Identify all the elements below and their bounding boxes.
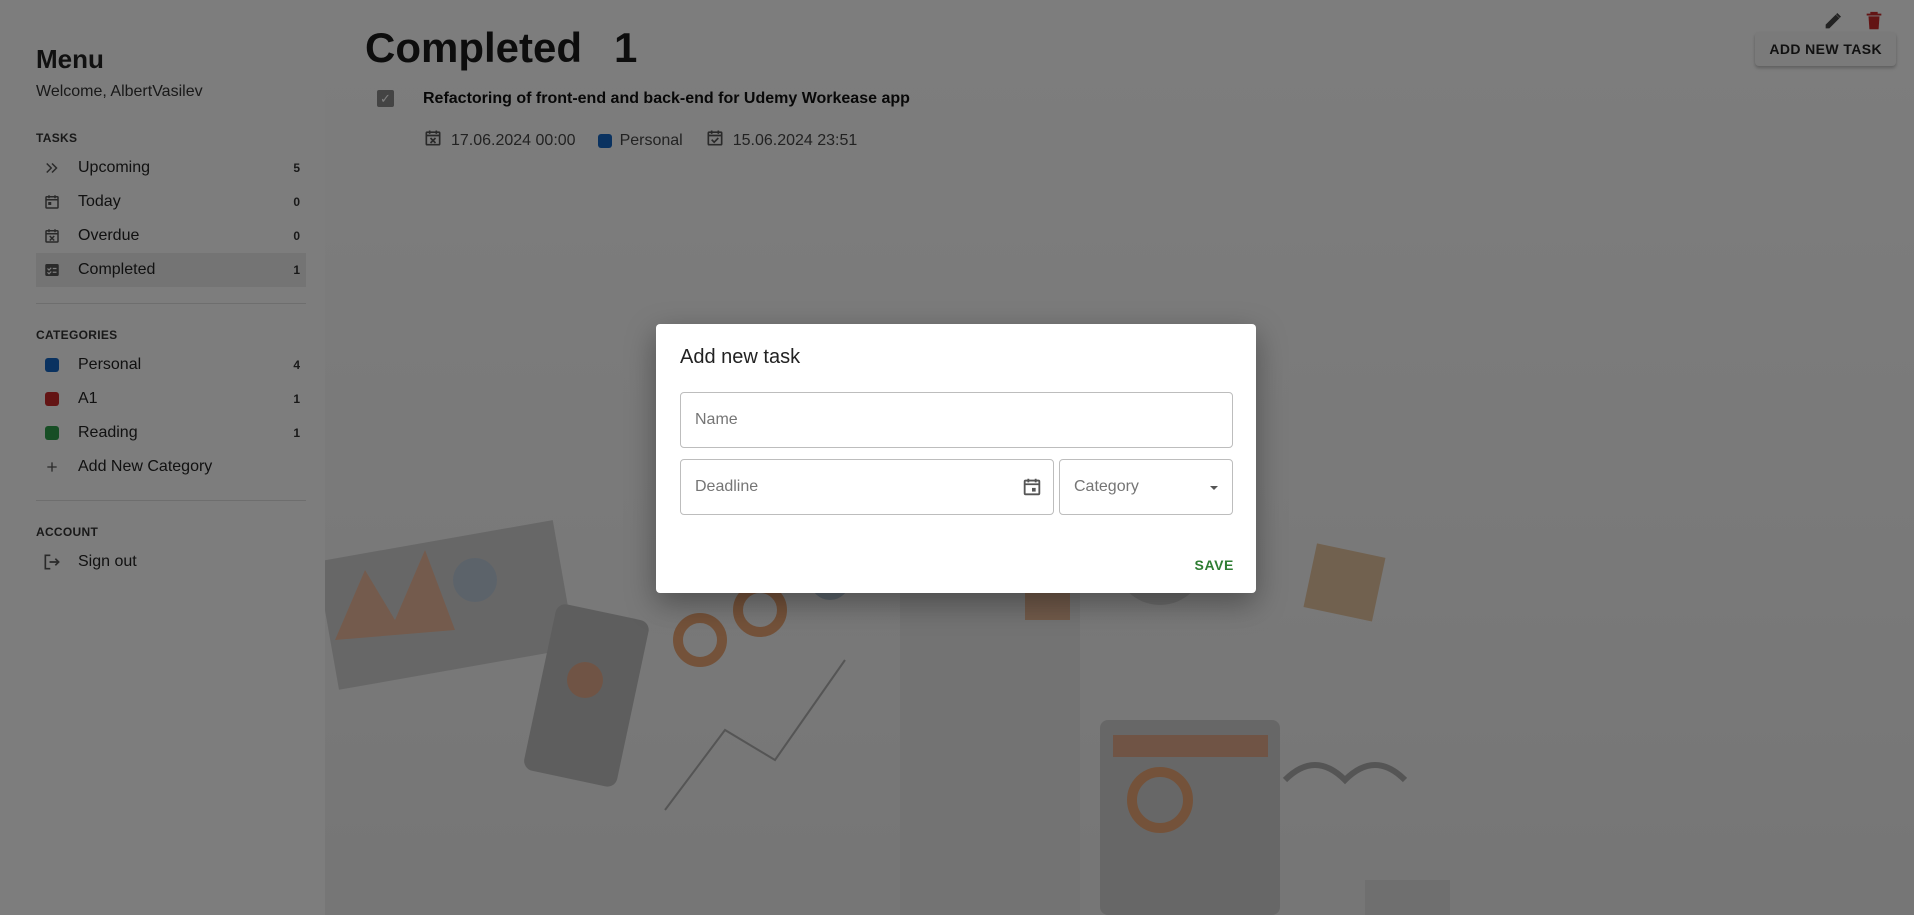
calendar-icon[interactable] (1021, 476, 1043, 503)
deadline-field (680, 459, 1054, 515)
deadline-input[interactable] (681, 460, 1053, 514)
category-select[interactable] (1059, 459, 1233, 515)
add-task-dialog: Add new task SAVE (656, 324, 1256, 593)
dialog-title: Add new task (680, 346, 801, 368)
name-input[interactable] (681, 393, 1232, 447)
name-field (680, 392, 1233, 448)
chevron-down-icon (1206, 480, 1222, 501)
save-button[interactable]: SAVE (1195, 557, 1235, 573)
